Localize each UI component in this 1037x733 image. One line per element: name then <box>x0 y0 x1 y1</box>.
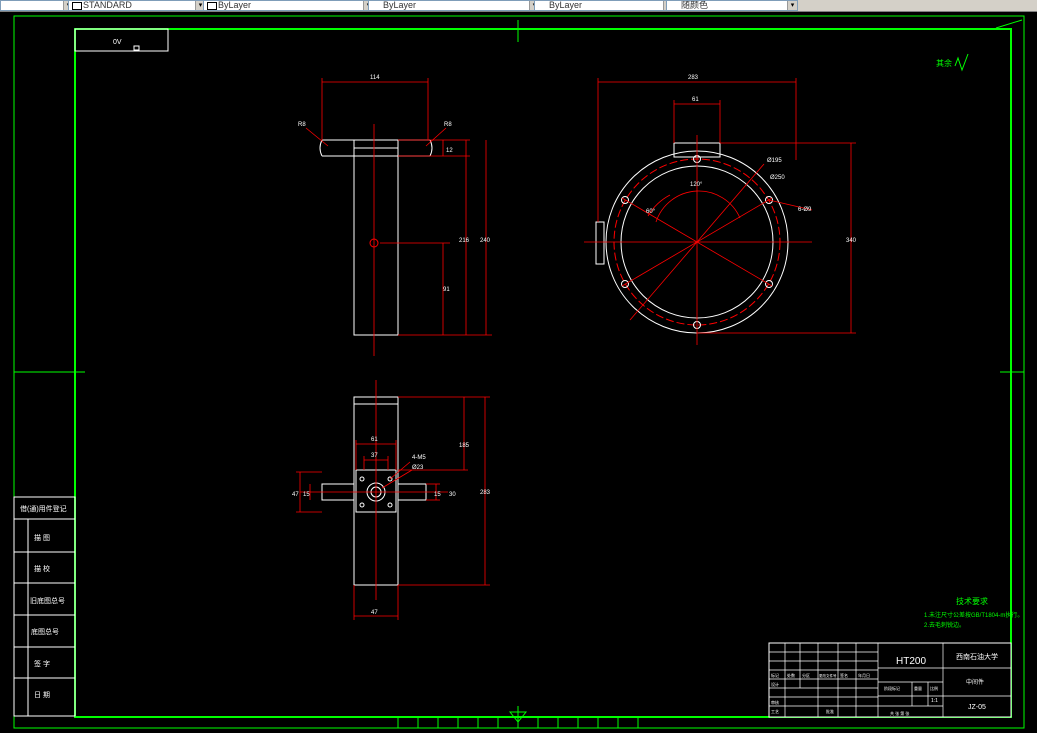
sheet-cell: 共 张 第 张 <box>890 710 909 716</box>
dim-inner-width: 37 <box>371 453 378 459</box>
design-label: 设计 <box>771 681 779 687</box>
dim-diameter-2: Ø250 <box>770 175 785 181</box>
part-name-cell: 中间件 <box>966 678 984 686</box>
front-view[interactable]: 283 61 340 Ø195 Ø250 6-Ø9 120° 60° <box>584 75 857 345</box>
row-label-6: 年月日 <box>858 672 870 678</box>
dim-left-b: 15 <box>303 492 310 498</box>
ratio-label: 比例 <box>930 685 938 691</box>
row-label-3: 分区 <box>802 672 810 678</box>
sheet-code: 0V <box>113 39 122 46</box>
dim-angle-2: 60° <box>646 209 656 215</box>
dim-angle-1: 120° <box>690 182 703 188</box>
tech-item-1: 1.未注尺寸公差按GB/T1804-m执行。 <box>924 611 1023 619</box>
side-table-cell-2: 描 图 <box>34 533 50 542</box>
roughness-symbol-icon <box>954 53 969 72</box>
side-table-cell-7: 日 期 <box>34 691 50 699</box>
dim-height: 340 <box>846 238 857 244</box>
tech-requirements: 技术要求 1.未注尺寸公差按GB/T1804-m执行。 2.去毛刺锐边。 <box>924 596 1023 629</box>
side-table-cell-3: 描 校 <box>34 564 50 573</box>
scale-cell: 1:1 <box>931 698 938 704</box>
material-cell: HT200 <box>896 656 926 667</box>
dim-boss-width: 61 <box>692 97 699 103</box>
side-table-cell-1: 借(通)用件登记 <box>20 504 67 513</box>
side-table-cell-5: 底图总号 <box>31 627 59 636</box>
dim-total-height: 240 <box>480 238 491 244</box>
drawing-canvas[interactable]: 0V 其余 114 R8 R8 12 240 216 91 283 61 340… <box>0 0 1037 733</box>
centering-marks <box>14 19 1024 728</box>
dim-center-height: 91 <box>443 287 450 293</box>
dim-holes: 6-Ø9 <box>798 207 812 213</box>
dim-flange: 12 <box>446 148 453 154</box>
dim-bottom-width: 47 <box>371 610 378 616</box>
dim-bore: Ø23 <box>412 465 424 471</box>
dim-right-b: 30 <box>449 492 456 498</box>
dim-height-b: 283 <box>480 490 491 496</box>
check-label: 审核 <box>771 699 779 705</box>
title-block: HT200 西南石油大学 中间件 JZ-05 阶段标记 重量 比例 1:1 共 … <box>768 642 1012 718</box>
tech-title: 技术要求 <box>956 596 988 606</box>
school-cell: 西南石油大学 <box>956 652 998 661</box>
dim-width: 283 <box>688 75 699 81</box>
dim-diameter-1: Ø195 <box>767 158 782 164</box>
row-label-5: 签名 <box>840 672 848 678</box>
inner-frame <box>74 28 1012 718</box>
dim-inner-height: 216 <box>459 238 470 244</box>
weight-label: 重量 <box>914 685 922 691</box>
side-table-cell-6: 签 字 <box>34 659 50 668</box>
dim-holes: 4-M5 <box>412 455 426 461</box>
dim-height-a: 185 <box>459 443 470 449</box>
tech-item-2: 2.去毛刺锐边。 <box>924 621 965 629</box>
side-table: 借(通)用件登记 描 图 描 校 旧底图总号 底图总号 签 字 日 期 <box>13 496 76 717</box>
side-view[interactable]: 61 37 4-M5 Ø23 185 283 47 15 15 30 47 <box>292 380 491 620</box>
dim-radius-right: R8 <box>444 122 452 128</box>
process-label: 工艺 <box>771 709 779 714</box>
dim-width: 114 <box>370 75 380 81</box>
approve-label: 批准 <box>826 708 834 714</box>
drawing-no-cell: JZ-05 <box>968 704 986 711</box>
side-table-cell-4: 旧底图总号 <box>30 596 65 605</box>
stage-label: 阶段标记 <box>884 685 900 691</box>
row-label-4: 更改文件号 <box>819 673 837 678</box>
roughness-note: 其余 <box>936 58 952 68</box>
dim-radius-left: R8 <box>298 122 306 128</box>
row-label-1: 标记 <box>771 672 779 678</box>
dim-boss-width: 61 <box>371 437 378 443</box>
outer-frame <box>13 15 1025 729</box>
row-label-2: 处数 <box>787 672 795 678</box>
dim-left-a: 47 <box>292 492 299 498</box>
top-view[interactable]: 114 R8 R8 12 240 216 91 <box>298 75 492 356</box>
dim-right-a: 15 <box>434 492 441 498</box>
